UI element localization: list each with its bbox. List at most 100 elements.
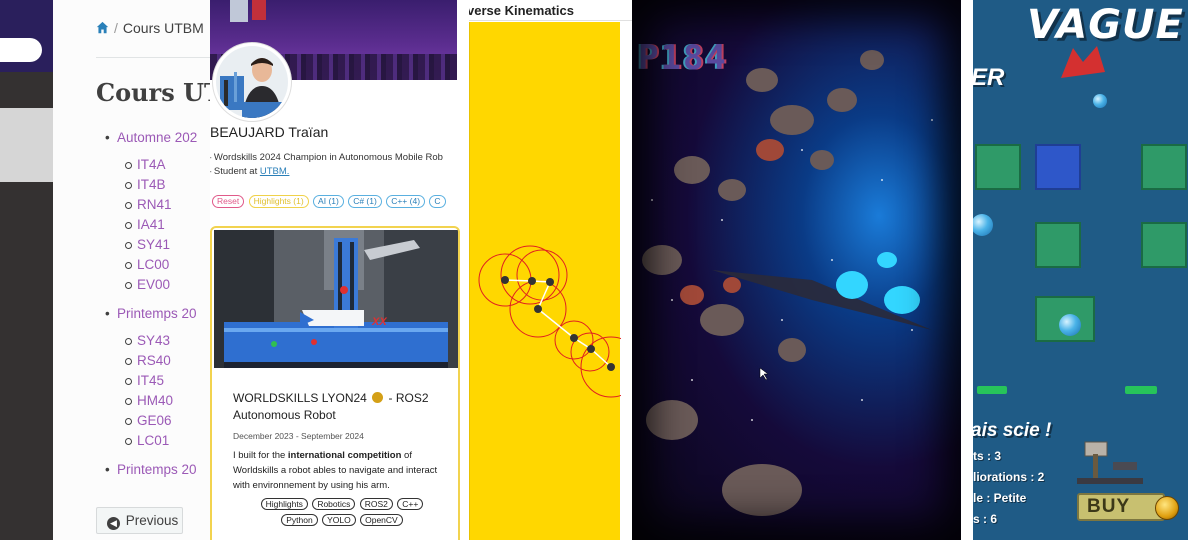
red-enemy (1061, 46, 1105, 78)
previous-button-label: Previous (125, 513, 179, 528)
buy-button-label: BUY (1087, 496, 1131, 517)
filter-reset-button[interactable]: Reset (212, 195, 245, 208)
project-date: December 2023 - September 2024 (233, 431, 364, 441)
breadcrumb-current: Cours UTBM (122, 20, 204, 36)
filter-chip-highlights[interactable]: Highlights (1) (248, 195, 309, 208)
toc-course-link[interactable]: SY41 (137, 237, 170, 252)
item-stats: ts : 3 liorations : 2 le : Petite s : 6 (973, 446, 1044, 530)
divider (96, 57, 210, 58)
toc-course[interactable]: LC00 (125, 255, 197, 275)
toc-course[interactable]: IT4B (125, 175, 197, 195)
bio-line: – Wordskills 2024 Champion in Autonomous… (210, 152, 443, 163)
toc-course-link[interactable]: RS40 (137, 353, 171, 368)
tower-defense-game: VAGUE : ER ais scie ! ts : 3 liorations … (973, 0, 1188, 540)
banner-flag (230, 0, 248, 22)
arm-joint (546, 278, 554, 286)
vignette (632, 0, 961, 540)
project-title[interactable]: WORLDSKILLS LYON24 - ROS2 Autonomous Rob… (233, 390, 453, 424)
toc-course-link[interactable]: SY43 (137, 333, 170, 348)
filter-chip-ai[interactable]: AI (1) (313, 195, 344, 208)
breadcrumb: / Cours UTBM (96, 20, 204, 36)
toc-course[interactable]: SY43 (125, 331, 197, 351)
map-tile (1035, 222, 1081, 268)
home-icon[interactable] (96, 21, 109, 34)
utbm-link[interactable]: UTBM. (260, 166, 290, 177)
map-tile (975, 144, 1021, 190)
toc-course[interactable]: RS40 (125, 351, 197, 371)
toc-course-link[interactable]: IT4A (137, 157, 166, 172)
toc-semester[interactable]: Printemps 20 (105, 304, 197, 324)
toc-course[interactable]: RN41 (125, 195, 197, 215)
robot-photo (214, 230, 458, 368)
toc-course-link[interactable]: RN41 (137, 197, 172, 212)
profile-name: BEAUJARD Traïan (210, 124, 329, 140)
toc-semester[interactable]: Automne 202 (105, 128, 197, 148)
filter-bar: Reset Highlights (1) AI (1) C# (1) C++ (… (212, 195, 448, 208)
toc-course-link[interactable]: LC01 (137, 433, 169, 448)
docs-content: /Cours UTBM Cours UTBM Automne 202 IT4A … (53, 0, 210, 540)
enemy-bubble (1059, 314, 1081, 336)
description-emphasis: international competition (287, 450, 402, 461)
tag-highlights[interactable]: Highlights (260, 498, 308, 510)
arm-joint (607, 363, 615, 371)
stat-line: liorations : 2 (973, 470, 1045, 484)
enemy-bubble (973, 214, 993, 236)
filter-chip-csharp[interactable]: C# (1) (348, 195, 382, 208)
saw-item-icon (1077, 441, 1143, 484)
arm-joint (570, 334, 578, 342)
toc-course-link[interactable]: HM40 (137, 393, 173, 408)
toc-course[interactable]: IA41 (125, 215, 197, 235)
page-title: Cours UTBM (96, 78, 210, 107)
toc-course-link[interactable]: IT4B (137, 177, 166, 192)
arm-joint (587, 345, 595, 353)
tag-ros2[interactable]: ROS2 (359, 498, 393, 510)
ik-arm-drawing (478, 245, 632, 398)
toc-course[interactable]: EV00 (125, 275, 197, 295)
toc-semester-link[interactable]: Printemps 20 (117, 306, 197, 321)
toc-course-link[interactable]: IT45 (137, 373, 164, 388)
arm-segments (504, 279, 612, 368)
tag-python[interactable]: Python (281, 514, 318, 526)
project-image: XX (214, 230, 458, 368)
tag-robotics[interactable]: Robotics (312, 498, 356, 510)
item-title: ais scie ! (973, 420, 1052, 441)
robot-logo-text: XX (372, 316, 387, 328)
toc-semester-link[interactable]: Printemps 20 (117, 462, 197, 477)
banner-flag (252, 0, 266, 20)
sidebar-current-item[interactable] (0, 108, 53, 182)
toc-course[interactable]: LC01 (125, 431, 197, 451)
project-card[interactable]: XX WORLDSKILLS LYON24 - ROS2 Autonomous … (210, 226, 460, 540)
toc-semester-link[interactable]: Automne 202 (117, 130, 197, 145)
tag-cpp[interactable]: C++ (397, 498, 424, 510)
profile-bio: – Wordskills 2024 Champion in Autonomous… (210, 151, 443, 179)
tag-opencv[interactable]: OpenCV (360, 514, 403, 526)
previous-button[interactable]: ◀ Previous (96, 507, 183, 534)
toc-course-link[interactable]: GE06 (137, 413, 172, 428)
toc-course[interactable]: SY41 (125, 235, 197, 255)
toc-course[interactable]: HM40 (125, 391, 197, 411)
toc-course-link[interactable]: LC00 (137, 257, 169, 272)
game-viewport[interactable]: P184 (632, 0, 961, 540)
toc-course[interactable]: IT45 (125, 371, 197, 391)
project-description: I built for the international competitio… (233, 448, 455, 493)
filter-chip-c[interactable]: C (429, 195, 446, 208)
avatar-image (216, 46, 288, 118)
tag-yolo[interactable]: YOLO (322, 514, 356, 526)
path-arrow (977, 386, 1007, 394)
project-tags: Highlights Robotics ROS2 C++ Python YOLO… (242, 496, 442, 528)
toc-course[interactable]: GE06 (125, 411, 197, 431)
ik-canvas[interactable] (469, 22, 632, 540)
path-arrow (1125, 386, 1157, 394)
toc-semester[interactable]: Printemps 20 (105, 460, 197, 480)
arm-joint (534, 305, 542, 313)
wave-title: VAGUE : (1027, 2, 1188, 48)
filter-chip-cpp[interactable]: C++ (4) (386, 195, 426, 208)
arm-joint (501, 276, 509, 284)
arm-joint (528, 277, 536, 285)
toc-course-link[interactable]: EV00 (137, 277, 170, 292)
toc-course-link[interactable]: IA41 (137, 217, 165, 232)
bio-line: – Student at UTBM. (210, 165, 443, 179)
search-input[interactable] (0, 38, 42, 62)
toc-course[interactable]: IT4A (125, 155, 197, 175)
stat-line: ts : 3 (973, 449, 1002, 463)
